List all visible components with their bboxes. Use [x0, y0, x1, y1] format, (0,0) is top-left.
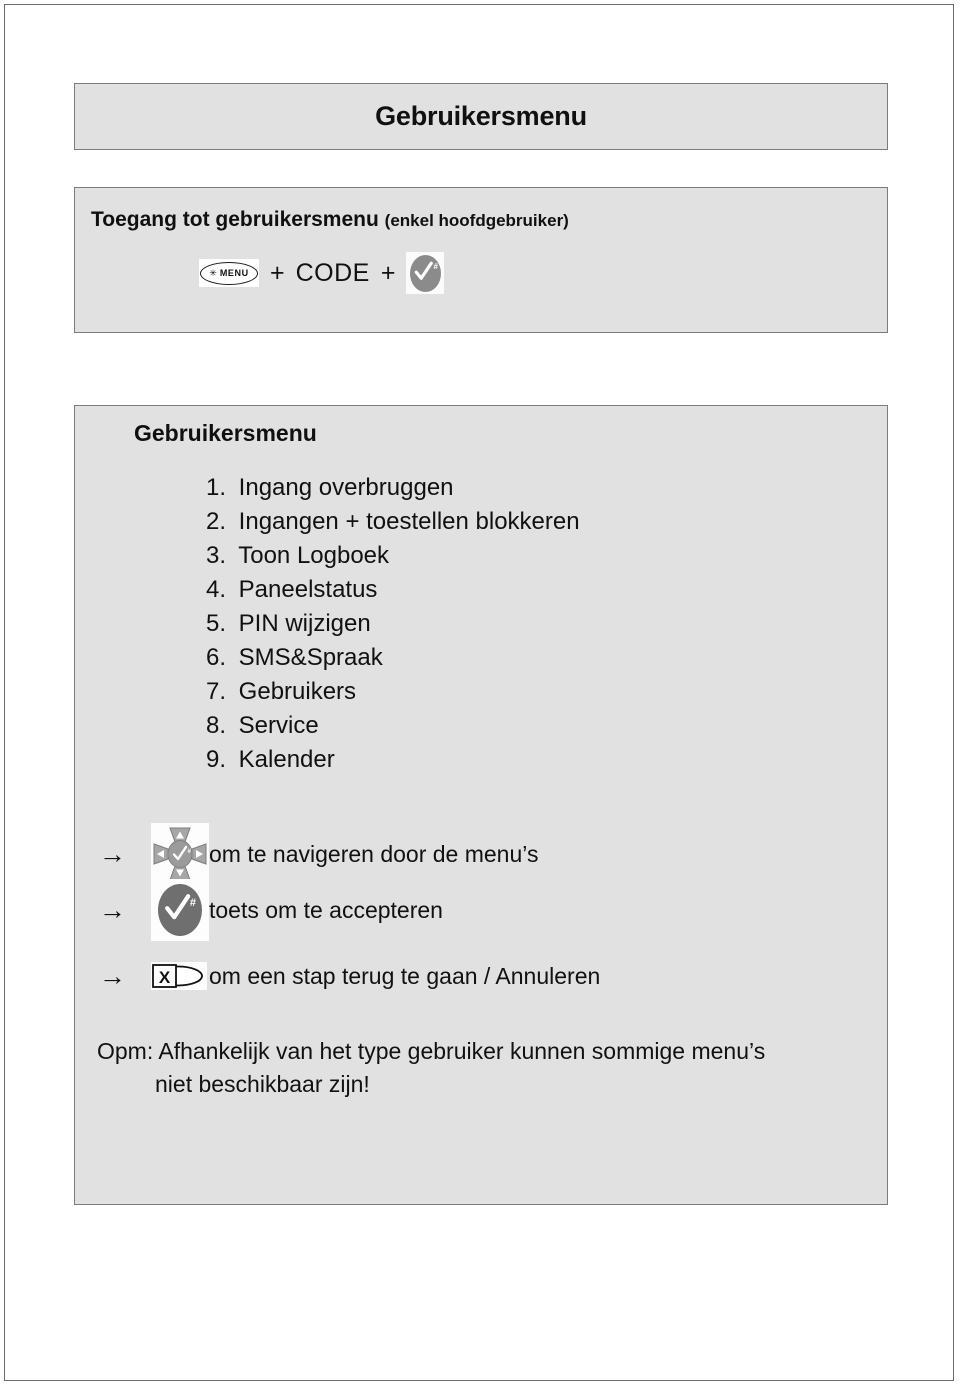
- right-arrow-icon: →: [99, 894, 126, 925]
- menu-item-number: 4.: [206, 576, 227, 603]
- right-arrow-icon: →: [99, 838, 126, 869]
- right-arrow-icon: →: [99, 960, 126, 991]
- plus-sign-1: +: [270, 258, 285, 287]
- menu-item-label: Toon Logboek: [238, 542, 390, 569]
- asterisk-icon: ✳: [209, 267, 217, 278]
- check-key-icon[interactable]: #: [406, 252, 445, 294]
- document-page: Gebruikersmenu Toegang tot gebruikersmen…: [4, 4, 954, 1381]
- menu-item[interactable]: 5. PIN wijzigen: [75, 607, 887, 641]
- menu-panel: Gebruikersmenu 1. Ingang overbruggen 2. …: [74, 405, 888, 1205]
- menu-item-label: Gebruikers: [238, 678, 357, 705]
- menu-key-label: MENU: [219, 267, 249, 278]
- access-panel: Toegang tot gebruikersmenu (enkel hoofdg…: [74, 187, 888, 333]
- legend-row-cancel: → X om een stap terug te gaan / Annulere…: [75, 947, 887, 1005]
- checkmark-icon: [165, 894, 191, 920]
- dpad-navigation-key-icon[interactable]: #: [151, 823, 209, 885]
- menu-item-list: 1. Ingang overbruggen 2. Ingangen + toes…: [75, 471, 887, 777]
- check-hash-key-icon[interactable]: #: [151, 879, 209, 941]
- x-key-icon: X: [152, 964, 203, 988]
- plus-sign-2: +: [380, 258, 396, 287]
- access-key-sequence: ✳ MENU + CODE + #: [75, 252, 887, 294]
- legend-group: → # om te navigeren door de menu’s → # t…: [75, 823, 887, 1005]
- checkmark-icon: [415, 261, 434, 280]
- menu-item-label: Kalender: [238, 746, 335, 773]
- legend-row-navigate: → # om te navigeren door de menu’s: [75, 823, 887, 885]
- menu-key-icon[interactable]: ✳ MENU: [199, 259, 259, 287]
- menu-item-number: 6.: [206, 644, 227, 671]
- menu-item-number: 9.: [206, 746, 227, 773]
- menu-item-number: 5.: [206, 610, 227, 637]
- menu-item-number: 1.: [206, 474, 227, 501]
- legend-label-accept: toets om te accepteren: [209, 896, 443, 923]
- access-heading-main: Toegang tot gebruikersmenu: [91, 208, 379, 231]
- cancel-x-key-icon[interactable]: X: [151, 962, 207, 990]
- menu-item[interactable]: 3. Toon Logboek: [75, 539, 887, 573]
- note-line-1: Opm: Afhankelijk van het type gebruiker …: [97, 1038, 766, 1064]
- title-panel: Gebruikersmenu: [74, 83, 888, 150]
- access-heading: Toegang tot gebruikersmenu (enkel hoofdg…: [91, 208, 887, 232]
- legend-label-navigate: om te navigeren door de menu’s: [209, 840, 539, 867]
- menu-item-number: 7.: [206, 678, 227, 705]
- menu-item-number: 2.: [206, 508, 227, 535]
- menu-item-label: Ingang overbruggen: [238, 474, 454, 501]
- menu-item-label: Ingangen + toestellen blokkeren: [238, 508, 580, 535]
- menu-item-label: PIN wijzigen: [238, 610, 371, 637]
- menu-item[interactable]: 9. Kalender: [75, 743, 887, 777]
- svg-text:X: X: [159, 968, 171, 987]
- legend-label-cancel: om een stap terug te gaan / Annuleren: [209, 962, 601, 989]
- menu-item[interactable]: 4. Paneelstatus: [75, 573, 887, 607]
- menu-heading: Gebruikersmenu: [134, 420, 317, 446]
- menu-item-number: 3.: [206, 542, 227, 569]
- hash-glyph: #: [189, 897, 196, 909]
- page-title: Gebruikersmenu: [375, 101, 587, 131]
- menu-item-label: SMS&Spraak: [238, 644, 383, 671]
- legend-row-accept: → # toets om te accepteren: [75, 879, 887, 941]
- hash-glyph: #: [433, 261, 438, 271]
- dpad-icon: #: [153, 827, 207, 881]
- menu-item-label: Paneelstatus: [238, 576, 378, 603]
- menu-item[interactable]: 2. Ingangen + toestellen blokkeren: [75, 505, 887, 539]
- menu-item[interactable]: 1. Ingang overbruggen: [75, 471, 887, 505]
- menu-item[interactable]: 7. Gebruikers: [75, 675, 887, 709]
- menu-item[interactable]: 6. SMS&Spraak: [75, 641, 887, 675]
- menu-item[interactable]: 8. Service: [75, 709, 887, 743]
- menu-note: Opm: Afhankelijk van het type gebruiker …: [97, 1035, 887, 1101]
- code-label: CODE: [295, 258, 370, 287]
- note-line-2: niet beschikbaar zijn!: [155, 1071, 370, 1097]
- menu-item-number: 8.: [206, 712, 227, 739]
- menu-item-label: Service: [238, 712, 319, 739]
- access-heading-sub: (enkel hoofdgebruiker): [384, 211, 569, 230]
